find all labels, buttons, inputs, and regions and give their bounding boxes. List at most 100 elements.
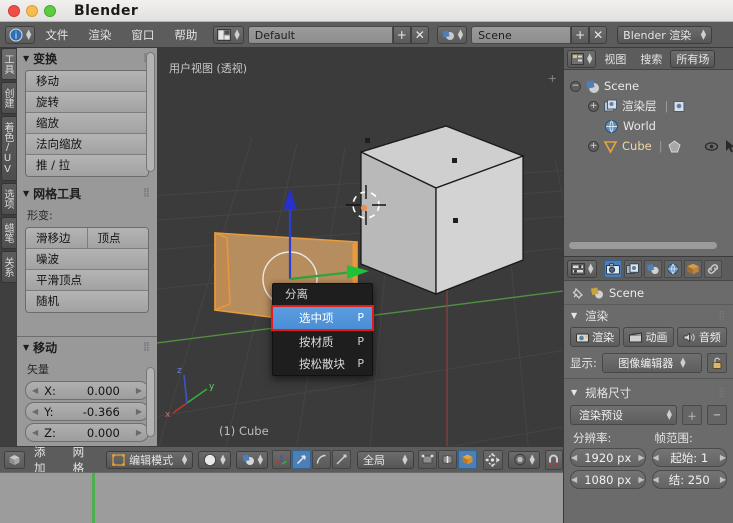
- push-pull-button[interactable]: 推 / 拉: [26, 155, 148, 176]
- decrement-icon[interactable]: ◀: [571, 453, 577, 462]
- decrement-icon[interactable]: ◀: [32, 428, 38, 437]
- outliner-row-cube[interactable]: + Cube |: [568, 136, 733, 156]
- transform-orientation-dropdown[interactable]: 全局 ▲ ▼: [356, 450, 414, 469]
- screen-layout-type-button[interactable]: ▲ ▼: [213, 25, 244, 44]
- translate-button[interactable]: 移动: [26, 71, 148, 92]
- decrement-icon[interactable]: ◀: [653, 475, 659, 484]
- 3d-viewport[interactable]: y x z 用户视图 (透视) (1) Cube +: [157, 48, 563, 446]
- render-animation-button[interactable]: 动画: [623, 327, 674, 347]
- rotate-button[interactable]: 旋转: [26, 92, 148, 113]
- decrement-icon[interactable]: ◀: [571, 475, 577, 484]
- pin-icon[interactable]: [571, 286, 585, 300]
- scene-pivot-dropdown[interactable]: ▲ ▼: [235, 450, 268, 469]
- scene-name-field[interactable]: Scene: [471, 25, 572, 44]
- delete-scene-button[interactable]: ✕: [589, 25, 608, 44]
- viewport-panel-toggle-icon[interactable]: +: [548, 72, 557, 85]
- outliner-horizontal-scrollbar[interactable]: [568, 241, 718, 250]
- timeline-editor[interactable]: [0, 472, 563, 523]
- translate-manipulator-button[interactable]: [291, 450, 311, 469]
- outliner-row-scene[interactable]: − Scene: [568, 76, 729, 96]
- properties-tab-object[interactable]: [684, 259, 703, 278]
- scene-browse-button[interactable]: ▲ ▼: [436, 25, 468, 44]
- move-y-field[interactable]: ◀ Y: -0.366 ▶: [25, 402, 149, 421]
- expand-icon[interactable]: +: [588, 140, 599, 152]
- menu-item-separate-by-loose-parts[interactable]: 按松散块 P: [273, 353, 372, 375]
- increment-icon[interactable]: ▶: [720, 453, 726, 462]
- move-panel-scrollbar[interactable]: [146, 367, 155, 437]
- display-mode-dropdown[interactable]: 图像编辑器 ▲ ▼: [601, 353, 702, 373]
- properties-editor-type-button[interactable]: ▲ ▼: [567, 259, 598, 278]
- tool-tab-tools[interactable]: 工具: [1, 48, 16, 80]
- properties-tab-world[interactable]: [664, 259, 683, 278]
- dimensions-section-header[interactable]: ▼ 规格尺寸 ⣿: [564, 382, 733, 403]
- increment-icon[interactable]: ▶: [136, 428, 142, 437]
- outliner-menu-view[interactable]: 视图: [598, 51, 632, 67]
- face-select-mode-button[interactable]: [457, 450, 477, 469]
- eye-icon[interactable]: [704, 139, 719, 154]
- expand-icon[interactable]: +: [588, 100, 599, 112]
- properties-tab-scene[interactable]: [644, 259, 663, 278]
- outliner-display-mode-dropdown[interactable]: 所有场: [670, 49, 716, 68]
- decrement-icon[interactable]: ◀: [32, 386, 38, 395]
- viewport-menu-add[interactable]: 添加: [25, 444, 64, 476]
- increment-icon[interactable]: ▶: [720, 475, 726, 484]
- close-window-icon[interactable]: [8, 4, 20, 17]
- interaction-mode-dropdown[interactable]: 编辑模式 ▲ ▼: [106, 450, 194, 469]
- manipulator-toggle-button[interactable]: [271, 450, 291, 469]
- properties-tab-render-layers[interactable]: [624, 259, 643, 278]
- transform-section-header[interactable]: ▼ 变换 ⣿: [17, 48, 157, 68]
- increment-icon[interactable]: ▶: [136, 407, 142, 416]
- tool-panel-scrollbar[interactable]: [146, 52, 155, 172]
- minimize-window-icon[interactable]: [26, 4, 38, 17]
- vertex-button[interactable]: 顶点: [88, 228, 149, 248]
- properties-tab-render[interactable]: [604, 259, 623, 278]
- tool-tab-shading-uv[interactable]: 着色/UV: [1, 116, 16, 181]
- screen-layout-field[interactable]: Default: [247, 25, 393, 44]
- cursor-arrow-icon[interactable]: [723, 139, 733, 154]
- proportional-falloff-dropdown[interactable]: ▲ ▼: [507, 450, 540, 469]
- remove-preset-button[interactable]: −: [707, 405, 727, 425]
- add-preset-button[interactable]: ＋: [682, 405, 702, 425]
- vertex-select-mode-button[interactable]: [417, 450, 437, 469]
- frame-end-field[interactable]: ◀ 结: 250 ▶: [651, 470, 727, 489]
- playhead[interactable]: [92, 473, 95, 523]
- viewport-shading-dropdown[interactable]: ▲ ▼: [198, 450, 231, 469]
- smooth-vertex-button[interactable]: 平滑顶点: [26, 270, 148, 291]
- noise-button[interactable]: 噪波: [26, 249, 148, 270]
- delete-screen-layout-button[interactable]: ✕: [410, 25, 429, 44]
- add-screen-layout-button[interactable]: +: [392, 25, 411, 44]
- scale-manipulator-button[interactable]: [331, 450, 351, 469]
- tool-tab-options[interactable]: 选项: [1, 183, 16, 215]
- proportional-editing-button[interactable]: [482, 449, 503, 470]
- resolution-y-field[interactable]: ◀ 1080 px ▶: [570, 470, 646, 489]
- scale-button[interactable]: 缩放: [26, 113, 148, 134]
- snapping-button[interactable]: [544, 449, 564, 470]
- shrink-fatten-button[interactable]: 法向缩放: [26, 134, 148, 155]
- collapse-icon[interactable]: −: [570, 80, 581, 92]
- edge-select-mode-button[interactable]: [437, 450, 457, 469]
- menu-item-separate-selection[interactable]: 选中项 P: [273, 307, 372, 329]
- increment-icon[interactable]: ▶: [136, 386, 142, 395]
- edge-slide-button[interactable]: 滑移边: [26, 228, 88, 248]
- outliner-editor-type-button[interactable]: ▲ ▼: [567, 49, 597, 68]
- menu-item-separate-by-material[interactable]: 按材质 P: [273, 331, 372, 353]
- render-section-header[interactable]: ▼ 渲染 ⣿: [564, 305, 733, 326]
- lock-interface-button[interactable]: [707, 353, 727, 373]
- properties-tab-constraints[interactable]: [704, 259, 723, 278]
- decrement-icon[interactable]: ◀: [653, 453, 659, 462]
- increment-icon[interactable]: ▶: [638, 453, 644, 462]
- editor-type-info-button[interactable]: i ▲ ▼: [5, 25, 36, 44]
- add-scene-button[interactable]: +: [571, 25, 590, 44]
- tool-tab-create[interactable]: 创建: [1, 82, 16, 114]
- rotate-manipulator-button[interactable]: [311, 450, 331, 469]
- outliner-menu-search[interactable]: 搜索: [634, 51, 668, 67]
- move-z-field[interactable]: ◀ Z: 0.000 ▶: [25, 423, 149, 442]
- render-preset-dropdown[interactable]: 渲染预设 ▲ ▼: [570, 405, 677, 425]
- menu-file[interactable]: 文件: [35, 22, 78, 48]
- menu-window[interactable]: 窗口: [121, 22, 164, 48]
- move-x-field[interactable]: ◀ X: 0.000 ▶: [25, 381, 149, 400]
- render-audio-button[interactable]: 音频: [676, 327, 727, 347]
- menu-render[interactable]: 渲染: [78, 22, 121, 48]
- increment-icon[interactable]: ▶: [638, 475, 644, 484]
- outliner-row-render-layer[interactable]: + 渲染层 |: [568, 96, 729, 116]
